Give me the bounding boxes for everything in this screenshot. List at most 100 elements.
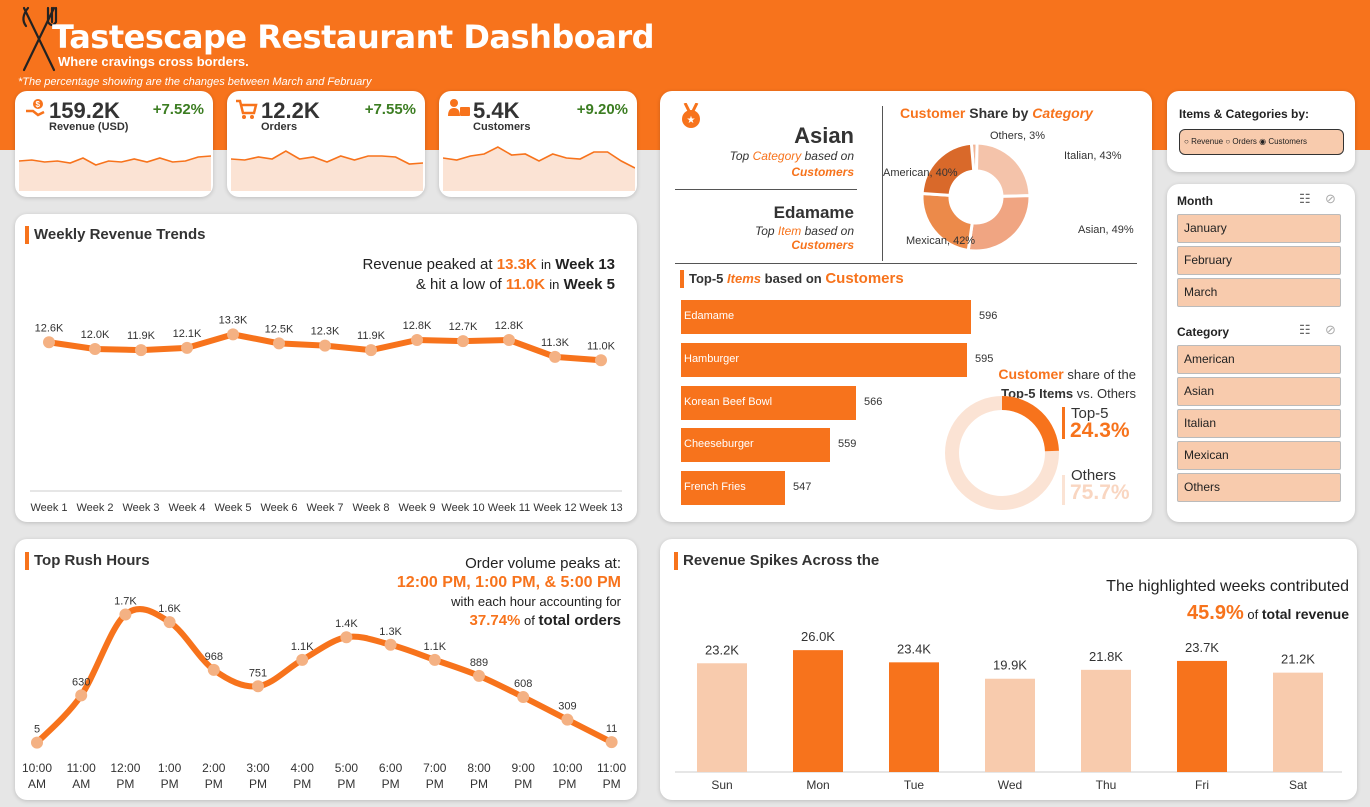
- weekly-point: [135, 344, 147, 357]
- radio-customers[interactable]: ◉ Customers: [1259, 137, 1307, 146]
- multi-select-icon[interactable]: ☷: [1299, 191, 1311, 207]
- month-item-february[interactable]: February: [1177, 246, 1341, 275]
- rush-tick-label: 10:00: [552, 761, 582, 775]
- rush-tick-label: PM: [161, 777, 179, 791]
- kpi-card-revenue: $ 159.2K Revenue (USD) +7.52%: [15, 91, 213, 197]
- category-item-asian[interactable]: Asian: [1177, 377, 1341, 406]
- weekly-point: [89, 343, 101, 355]
- rush-point: [561, 713, 574, 726]
- radio-orders[interactable]: ○ Orders: [1225, 137, 1257, 146]
- kpi-card-customers: 5.4K Customers +9.20%: [439, 91, 637, 197]
- rush-tick-label: PM: [293, 777, 311, 791]
- rush-hours-card: Top Rush Hours Order volume peaks at: 12…: [15, 539, 637, 800]
- spike-data-label: 23.4K: [897, 641, 931, 656]
- weekly-peak-week: Week 13: [555, 256, 615, 273]
- rush-point: [207, 663, 220, 676]
- kpi-revenue-sparkline: [19, 155, 211, 191]
- weekly-data-label: 11.0K: [587, 340, 616, 352]
- weekly-point: [181, 341, 193, 354]
- weekly-point: [457, 335, 469, 348]
- top-category-post: based on: [804, 149, 854, 163]
- rush-tick-label: 1:00: [158, 761, 182, 775]
- weekly-point: [503, 334, 515, 346]
- weekly-data-label: 12.8K: [495, 320, 524, 332]
- month-slicer-title: Month: [1177, 194, 1213, 208]
- top5-title: Top-5 Items based on Customers: [680, 270, 904, 288]
- spike-data-label: 23.7K: [1185, 640, 1219, 655]
- weekly-tick-label: Week 3: [122, 502, 159, 514]
- others-marker: [1062, 475, 1065, 505]
- category-slicer-title: Category: [1177, 325, 1230, 339]
- weekly-revenue-chart: 12.6K Week 1 12.0K Week 2 11.9K Week 3 12.1K We…: [30, 314, 623, 514]
- weekly-insight: Revenue peaked at 13.3K in Week 13 & hit…: [362, 255, 615, 295]
- rush-tick-label: 6:00: [379, 761, 403, 775]
- weekly-data-label: 13.3K: [219, 314, 248, 326]
- top5-bar-value: 595: [975, 352, 994, 365]
- category-item-mexican[interactable]: Mexican: [1177, 441, 1341, 470]
- rush-data-label: 608: [514, 678, 532, 690]
- category-multi-select-icon[interactable]: ☷: [1299, 322, 1311, 338]
- top5-title-a: Top-5: [689, 271, 724, 286]
- weekly-tick-label: Week 5: [214, 502, 251, 514]
- customers-icon: [448, 99, 470, 116]
- category-item-others[interactable]: Others: [1177, 473, 1341, 502]
- revenue-spikes-card: Revenue Spikes Across the The highlighte…: [660, 539, 1357, 800]
- rush-tick-label: PM: [603, 777, 621, 791]
- rush-tick-label: 10:00: [22, 761, 52, 775]
- rush-tick-label: 9:00: [512, 761, 536, 775]
- weekly-data-label: 11.9K: [357, 330, 386, 342]
- weekly-tick-label: Week 8: [352, 502, 389, 514]
- top5-title-d: Customers: [825, 270, 904, 287]
- weekly-tick-label: Week 12: [533, 502, 576, 514]
- kpi-orders-change: +7.55%: [364, 101, 416, 118]
- top5-bar-label: Cheeseburger: [684, 438, 754, 451]
- share5-a: Customer: [998, 366, 1064, 382]
- svg-text:$: $: [36, 100, 41, 109]
- share5-b: share of the: [1067, 367, 1136, 382]
- pie-label-american: American, 40%: [883, 167, 958, 179]
- share-title-c: Category: [1032, 105, 1093, 121]
- rush-tick-label: 5:00: [335, 761, 359, 775]
- category-item-italian[interactable]: Italian: [1177, 409, 1341, 438]
- weekly-data-label: 12.5K: [265, 323, 294, 335]
- top-item-pre: Top: [755, 224, 775, 238]
- rush-tick-label: 12:00: [110, 761, 140, 775]
- month-item-january[interactable]: January: [1177, 214, 1341, 243]
- radio-revenue[interactable]: ○ Revenue: [1184, 137, 1223, 146]
- month-item-march[interactable]: March: [1177, 278, 1341, 307]
- spikes-insight-line1: The highlighted weeks contributed: [1106, 578, 1349, 595]
- spikes-insight: The highlighted weeks contributed 45.9% …: [1106, 574, 1349, 628]
- weekly-tick-label: Week 2: [76, 502, 113, 514]
- clear-filter-icon[interactable]: ⊘: [1325, 191, 1336, 207]
- rush-tick-label: PM: [249, 777, 267, 791]
- revenue-icon: $: [26, 99, 45, 117]
- metric-selector-card: Items & Categories by: ○ Revenue ○ Order…: [1167, 91, 1355, 172]
- weekly-data-label: 12.0K: [81, 329, 110, 341]
- top5-bar-label: Korean Beef Bowl: [684, 395, 773, 408]
- rush-point: [384, 638, 397, 651]
- weekly-tick-label: Week 6: [260, 502, 297, 514]
- share-by-category-title: Customer Share by Category: [900, 105, 1093, 121]
- rush-point: [119, 608, 132, 621]
- top-item-name: Edamame: [773, 203, 854, 222]
- spike-tick-label: Sat: [1289, 778, 1308, 792]
- rush-data-label: 968: [205, 651, 223, 663]
- rush-tick-label: PM: [514, 777, 532, 791]
- kpi-orders-label: Orders: [261, 121, 298, 133]
- revenue-spikes-chart: 23.2K Sun 26.0K Mon 23.4K Tue 19.9K Wed 21.8K Thu…: [675, 629, 1342, 792]
- rush-tick-label: PM: [470, 777, 488, 791]
- rush-point: [31, 736, 43, 749]
- weekly-data-label: 12.1K: [173, 328, 202, 340]
- rush-data-label: 889: [470, 657, 488, 669]
- kpi-orders-sparkline: [231, 150, 423, 191]
- rush-tick-label: AM: [28, 777, 46, 791]
- rush-data-label: 1.1K: [423, 641, 446, 653]
- category-clear-filter-icon[interactable]: ⊘: [1325, 322, 1336, 338]
- weekly-low-week: Week 5: [563, 276, 615, 293]
- category-item-american[interactable]: American: [1177, 345, 1341, 374]
- spike-tick-label: Tue: [904, 778, 925, 792]
- share-title-a: Customer: [900, 105, 966, 121]
- rush-tick-label: 11:00: [67, 761, 96, 775]
- weekly-peak-value: 13.3K: [496, 256, 537, 273]
- spikes-insight-of: of: [1247, 607, 1259, 622]
